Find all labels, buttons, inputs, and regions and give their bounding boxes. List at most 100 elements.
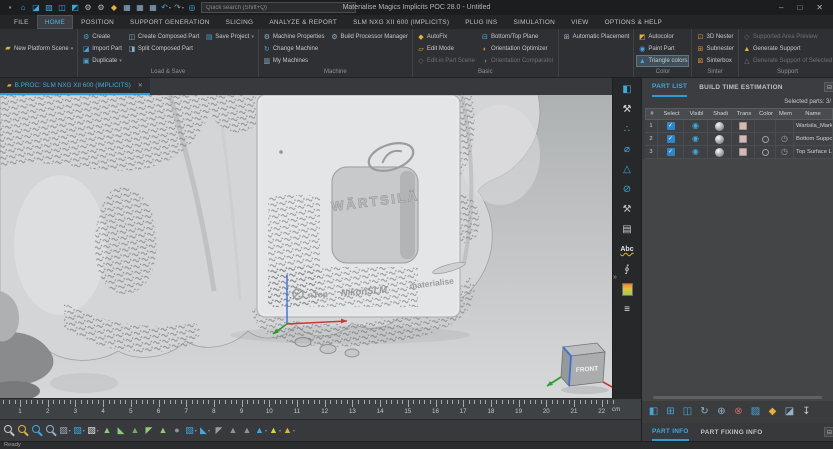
grow-selection-icon[interactable]: ▲	[226, 423, 240, 439]
part-cube-icon[interactable]: ◪	[782, 405, 797, 420]
maximize-button[interactable]: □	[797, 4, 802, 12]
column-header-mem[interactable]: Mem	[777, 109, 795, 119]
part-row-bottom-support-s[interactable]: 2✓◉◷Bottom Support S	[645, 133, 833, 146]
visibility-eye-icon[interactable]: ◉	[692, 148, 699, 156]
column-header-color[interactable]: Color	[756, 109, 777, 119]
ribbon-button-triangle-colors[interactable]: ▲Triangle colors	[636, 55, 689, 67]
ribbon-button-bottom-top-plane[interactable]: ⊟Bottom/Top Plane	[479, 31, 556, 43]
report-document-icon[interactable]: ▤	[619, 222, 635, 237]
layers-icon[interactable]: ≡	[619, 302, 635, 317]
close-button[interactable]: ✕	[816, 4, 823, 12]
attachment-icon[interactable]: ∮	[619, 262, 635, 277]
select-triangles-icon[interactable]: ◣▾	[198, 423, 212, 439]
tab-build-time-estimation[interactable]: BUILD TIME ESTIMATION	[699, 78, 783, 97]
viewport-tab-close-icon[interactable]: ✕	[138, 82, 143, 89]
ribbon-button-supported-area-preview[interactable]: ◇Supported Area Preview	[741, 31, 833, 43]
part-folder-icon[interactable]: ▨	[748, 405, 763, 420]
tab-part-info[interactable]: PART INFO	[652, 423, 689, 441]
menu-tab-options-help[interactable]: OPTIONS & HELP	[597, 15, 670, 29]
ribbon-button-build-processor-manager[interactable]: ⚙Build Processor Manager	[329, 31, 410, 43]
menu-tab-slicing[interactable]: SLICING	[218, 15, 262, 29]
ribbon-button-edit-mode[interactable]: ▱Edit Mode	[415, 43, 477, 55]
deselect-triangles-icon[interactable]: ◤	[212, 423, 226, 439]
ribbon-button-3d-nester[interactable]: ⊡3D Nester	[694, 31, 735, 43]
ribbon-button-duplicate[interactable]: ▣Duplicate▾	[80, 55, 124, 67]
ribbon-button-edit-in-part-scene[interactable]: ◇Edit in Part Scene	[415, 55, 477, 67]
visibility-eye-icon[interactable]: ◉	[692, 135, 699, 143]
part-info-menu-button[interactable]: ⊟	[824, 427, 833, 437]
minimize-button[interactable]: –	[779, 4, 783, 12]
save-icon[interactable]: ◩	[69, 2, 81, 14]
ribbon-button-automatic-placement[interactable]: ⊞Automatic Placement	[561, 31, 632, 43]
menu-tab-support-generation[interactable]: SUPPORT GENERATION	[122, 15, 218, 29]
import-part-icon[interactable]: ▨	[43, 2, 55, 14]
ribbon-button-new-platform-scene[interactable]: ▰New Platform Scene▾	[2, 43, 75, 55]
ribbon-button-sinterbox[interactable]: ⊠Sinterbox	[694, 55, 735, 67]
column-header-shadi[interactable]: Shadi	[709, 109, 733, 119]
invert-selection-icon[interactable]: ▲▾	[254, 423, 268, 439]
column-header-select[interactable]: Select	[659, 109, 685, 119]
mark-box-icon[interactable]: ▧▾	[184, 423, 198, 439]
ribbon-button-paint-part[interactable]: ◉Paint Part	[636, 43, 689, 55]
measure-points-icon[interactable]: ∴	[619, 122, 635, 137]
column-header-trans[interactable]: Trans	[733, 109, 756, 119]
mark-surface-icon[interactable]: ▲	[128, 423, 142, 439]
transparency-icon[interactable]	[739, 148, 747, 156]
redo-icon[interactable]: ↷▾	[173, 2, 185, 14]
zoom-window-icon[interactable]	[30, 423, 44, 439]
view-home-icon[interactable]: ▧▾	[58, 423, 72, 439]
machine-setup-2-icon[interactable]: ▦	[134, 2, 146, 14]
create-new-part-icon[interactable]: ◧	[646, 405, 661, 420]
visibility-eye-icon[interactable]: ◉	[692, 122, 699, 130]
zoom-in-icon[interactable]	[16, 423, 30, 439]
column-header-visibl[interactable]: Visibl	[685, 109, 709, 119]
ribbon-button-create[interactable]: ⚙Create	[80, 31, 124, 43]
part-row-wartsila-marketing[interactable]: 1✓◉Wartsila_Marketing	[645, 120, 833, 133]
ribbon-button-import-part[interactable]: ◪Import Part	[80, 43, 124, 55]
export-part-icon[interactable]: ↧	[799, 405, 814, 420]
select-checkbox[interactable]: ✓	[667, 148, 675, 156]
ribbon-button-orientation-comparator[interactable]: ◑Orientation Comparator	[479, 55, 556, 67]
ribbon-button-autofix[interactable]: ◆AutoFix	[415, 31, 477, 43]
wrench-tool-icon[interactable]: ⚒	[619, 102, 635, 117]
viewport-tab-bproc[interactable]: ▰ B.PROC: SLM NXG XII 600 (IMPLICITS) ✕	[0, 78, 150, 95]
menu-tab-slm-nxg-xii-600-implicits[interactable]: SLM NXG XII 600 (IMPLICITS)	[345, 15, 457, 29]
menu-tab-plug-ins[interactable]: PLUG INS	[457, 15, 505, 29]
ribbon-button-generate-support-of-selected[interactable]: △Generate Support of Selected	[741, 55, 833, 67]
measure-diameter-icon[interactable]: ⌀	[619, 142, 635, 157]
menu-tab-analyze-report[interactable]: ANALYZE & REPORT	[261, 15, 345, 29]
view-iso-icon[interactable]: ▧▾	[72, 423, 86, 439]
column-header-[interactable]: #	[646, 109, 659, 119]
render-mode-icon[interactable]: ▧▾	[86, 423, 100, 439]
machine-setup-3-icon[interactable]: ▦	[147, 2, 159, 14]
mark-sphere-icon[interactable]: ●	[170, 423, 184, 439]
expand-toolbar-chevron[interactable]: »	[613, 274, 617, 281]
ribbon-button-split-composed-part[interactable]: ◨Split Composed Part	[126, 43, 201, 55]
ribbon-button-my-machines[interactable]: ▥My Machines	[261, 55, 327, 67]
settings-gear-icon[interactable]: ⚙	[82, 2, 94, 14]
menu-tab-simulation[interactable]: SIMULATION	[506, 15, 564, 29]
ribbon-button-autocolor[interactable]: ◩Autocolor	[636, 31, 689, 43]
annotations-icon[interactable]: Abc	[619, 242, 635, 257]
mark-all-icon[interactable]: ▲	[156, 423, 170, 439]
tab-part-fixing-info[interactable]: PART FIXING INFO	[701, 423, 763, 441]
filter-selection-icon[interactable]: ▲▾	[268, 423, 282, 439]
autofix-quick-icon[interactable]: ◆	[108, 2, 120, 14]
remove-part-icon[interactable]: ⊗	[731, 405, 746, 420]
horizontal-scrollbar[interactable]	[653, 396, 821, 399]
ribbon-button-machine-properties[interactable]: ⚙Machine Properties	[261, 31, 327, 43]
new-scene-icon[interactable]: ◪	[30, 2, 42, 14]
select-checkbox[interactable]: ✓	[667, 122, 675, 130]
ribbon-button-subnester[interactable]: ⊞Subnester	[694, 43, 735, 55]
convert-part-icon[interactable]: ↻	[697, 405, 712, 420]
column-header-name[interactable]: Name	[795, 109, 832, 119]
viewport-3d-scene[interactable]: WÄRTSILÄ nTop NikonSLM materialise	[0, 95, 612, 398]
select-checkbox[interactable]: ✓	[667, 135, 675, 143]
color-ring-icon[interactable]	[762, 149, 769, 156]
shading-sphere-icon[interactable]	[715, 148, 724, 157]
search-icon[interactable]: ◎	[186, 2, 198, 14]
zoom-selection-icon[interactable]	[44, 423, 58, 439]
part-row-top-surface-label[interactable]: 3✓◉◷Top Surface Label	[645, 146, 833, 159]
measure-angle-icon[interactable]: △	[619, 162, 635, 177]
fix-tools-icon[interactable]: ⚒	[619, 202, 635, 217]
